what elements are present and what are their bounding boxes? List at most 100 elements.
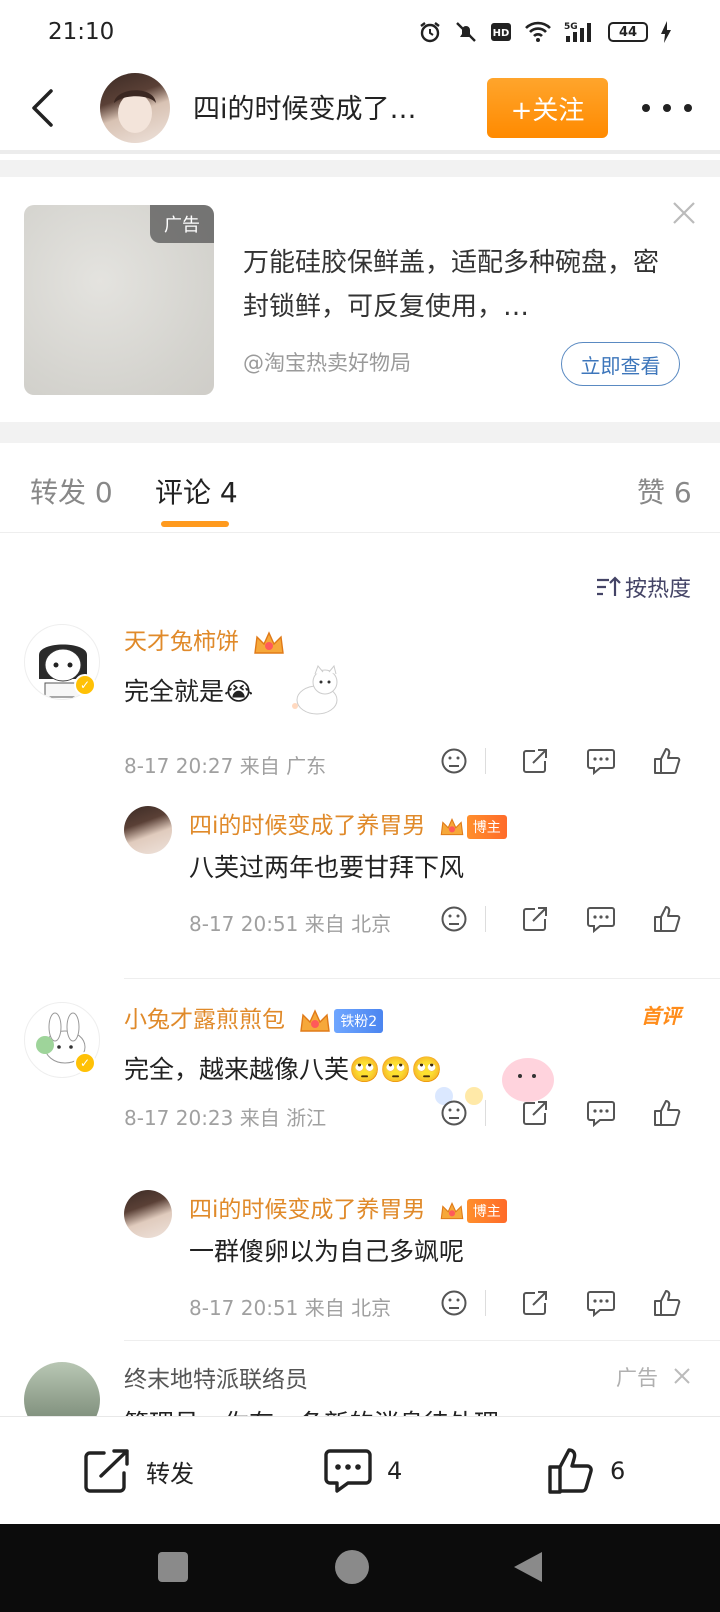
thumbs-up-icon <box>654 748 681 774</box>
frown-icon <box>441 1290 467 1316</box>
close-icon <box>674 1368 690 1384</box>
ad-comment-tag: 广告 <box>616 1366 658 1390</box>
share-icon <box>523 907 547 931</box>
comment-count: 4 <box>387 1457 403 1485</box>
verified-icon: ✓ <box>74 674 96 696</box>
ad-comment-close-button[interactable] <box>672 1366 692 1390</box>
crown-badge-icon <box>440 817 464 835</box>
fan-level-tag: 铁粉2 <box>334 1008 384 1033</box>
tab-reposts[interactable]: 转发 0 <box>30 471 113 511</box>
share-button[interactable] <box>518 744 552 778</box>
ad-comment-text[interactable]: 管理员，你有一条新的消息待处理 <box>124 1404 499 1416</box>
wifi-icon <box>524 21 552 43</box>
reply-author-name[interactable]: 四i的时候变成了养胃男 博主 <box>189 1190 507 1224</box>
ad-comment-item[interactable]: 终末地特派联络员 广告 管理员，你有一条新的消息待处理 <box>0 1360 720 1416</box>
share-button[interactable] <box>518 1096 552 1130</box>
action-separator <box>485 748 486 774</box>
more-dot-icon <box>663 104 671 112</box>
author-avatar[interactable] <box>100 73 170 143</box>
like-count: 6 <box>610 1457 626 1485</box>
crown-badge-icon <box>440 1201 464 1219</box>
triangle-back-icon <box>514 1552 542 1582</box>
repost-button[interactable]: 转发 <box>82 1417 194 1525</box>
reply-avatar[interactable] <box>124 806 172 854</box>
ad-source: @淘宝热卖好物局 <box>243 351 411 375</box>
follow-button[interactable]: +关注 <box>487 78 608 138</box>
comment-item: ✓ 天才兔柿饼 完全就是😭 8-17 20:27 来自 广东 四i的时候变成了养… <box>0 622 720 952</box>
tab-bar: 转发 0 评论 4 赞 6 <box>0 443 720 533</box>
dislike-button[interactable] <box>437 902 471 936</box>
reply-button[interactable] <box>584 1286 618 1320</box>
reply-author-name-text: 四i的时候变成了养胃男 <box>189 813 426 839</box>
reply-button[interactable] <box>584 1096 618 1130</box>
more-options-button[interactable] <box>642 92 692 124</box>
header-divider <box>0 150 720 154</box>
reply-actions <box>437 902 684 936</box>
ad-card[interactable]: 广告 万能硅胶保鲜盖，适配多种碗盘，密封锁鲜，可反复使用，… @淘宝热卖好物局 … <box>0 177 720 422</box>
like-button[interactable] <box>650 744 684 778</box>
ad-close-button[interactable] <box>670 199 698 227</box>
like-post-button[interactable]: 6 <box>546 1417 625 1525</box>
like-button[interactable] <box>650 1096 684 1130</box>
reply-button[interactable] <box>584 744 618 778</box>
bottom-action-bar: 转发 4 6 <box>0 1416 720 1524</box>
thumbs-up-icon <box>654 1290 681 1316</box>
thumbs-up-icon <box>654 1100 681 1126</box>
svg-text:HD: HD <box>493 28 510 39</box>
close-icon <box>673 202 695 224</box>
like-button[interactable] <box>650 1286 684 1320</box>
top-nav-header: 四i的时候变成了… +关注 <box>0 64 720 154</box>
frown-icon <box>441 906 467 932</box>
action-separator <box>485 906 486 932</box>
share-icon <box>523 1101 547 1125</box>
dislike-button[interactable] <box>437 1286 471 1320</box>
commenter-name[interactable]: 天才兔柿饼 <box>124 622 286 657</box>
dislike-button[interactable] <box>437 1096 471 1130</box>
repost-label: 转发 <box>146 1459 194 1488</box>
reply-button[interactable] <box>584 902 618 936</box>
comment-actions <box>437 744 684 778</box>
share-button[interactable] <box>518 1286 552 1320</box>
reply-text[interactable]: 八芙过两年也要甘拜下风 <box>189 848 464 884</box>
ad-commenter-avatar[interactable] <box>24 1362 100 1416</box>
reply-meta: 8-17 20:51 来自 北京 <box>189 912 392 936</box>
sort-button[interactable]: 按热度 <box>595 571 691 603</box>
comment-icon <box>587 749 615 775</box>
commenter-name[interactable]: 小兔才露煎煎包 铁粉2 <box>124 1000 384 1035</box>
reply-author-name-text: 四i的时候变成了养胃男 <box>189 1197 426 1223</box>
comment-icon <box>587 1101 615 1127</box>
ad-description[interactable]: 万能硅胶保鲜盖，适配多种碗盘，密封锁鲜，可反复使用，… <box>243 241 683 329</box>
comment-divider <box>124 1340 720 1341</box>
reply-meta: 8-17 20:51 来自 北京 <box>189 1296 392 1320</box>
thumbs-up-icon <box>654 906 681 932</box>
back-button[interactable] <box>22 84 62 132</box>
tab-comments[interactable]: 评论 4 <box>155 471 238 511</box>
comment-button[interactable]: 4 <box>323 1417 402 1525</box>
hd-icon: HD <box>490 22 512 42</box>
comment-icon <box>587 1291 615 1317</box>
comment-meta: 8-17 20:23 来自 浙江 <box>124 1106 327 1130</box>
comment-text[interactable]: 完全就是😭 <box>124 672 253 708</box>
reply-author-name[interactable]: 四i的时候变成了养胃男 博主 <box>189 806 507 840</box>
back-nav-button[interactable] <box>512 1550 544 1588</box>
frown-icon <box>441 748 467 774</box>
system-navigation-bar <box>0 1524 720 1612</box>
share-icon <box>523 749 547 773</box>
thumbs-up-icon <box>548 1448 593 1494</box>
dislike-button[interactable] <box>437 744 471 778</box>
reply-avatar[interactable] <box>124 1190 172 1238</box>
share-button[interactable] <box>518 902 552 936</box>
reply-text[interactable]: 一群傻卵以为自己多飒呢 <box>189 1232 464 1268</box>
comment-text[interactable]: 完全，越来越像八芙🙄🙄🙄 <box>124 1050 442 1086</box>
commenter-name-text: 天才兔柿饼 <box>124 629 239 655</box>
home-button[interactable] <box>335 1550 369 1584</box>
recent-apps-button[interactable] <box>158 1552 188 1582</box>
tab-likes[interactable]: 赞 6 <box>637 471 692 511</box>
like-button[interactable] <box>650 902 684 936</box>
signal-5g-icon: 5G <box>564 20 596 44</box>
ad-product-image[interactable]: 广告 <box>24 205 214 395</box>
host-tag: 博主 <box>466 1198 507 1223</box>
ad-commenter-name[interactable]: 终末地特派联络员 <box>124 1360 308 1394</box>
ad-cta-button[interactable]: 立即查看 <box>561 342 680 386</box>
page-title[interactable]: 四i的时候变成了… <box>193 87 453 126</box>
